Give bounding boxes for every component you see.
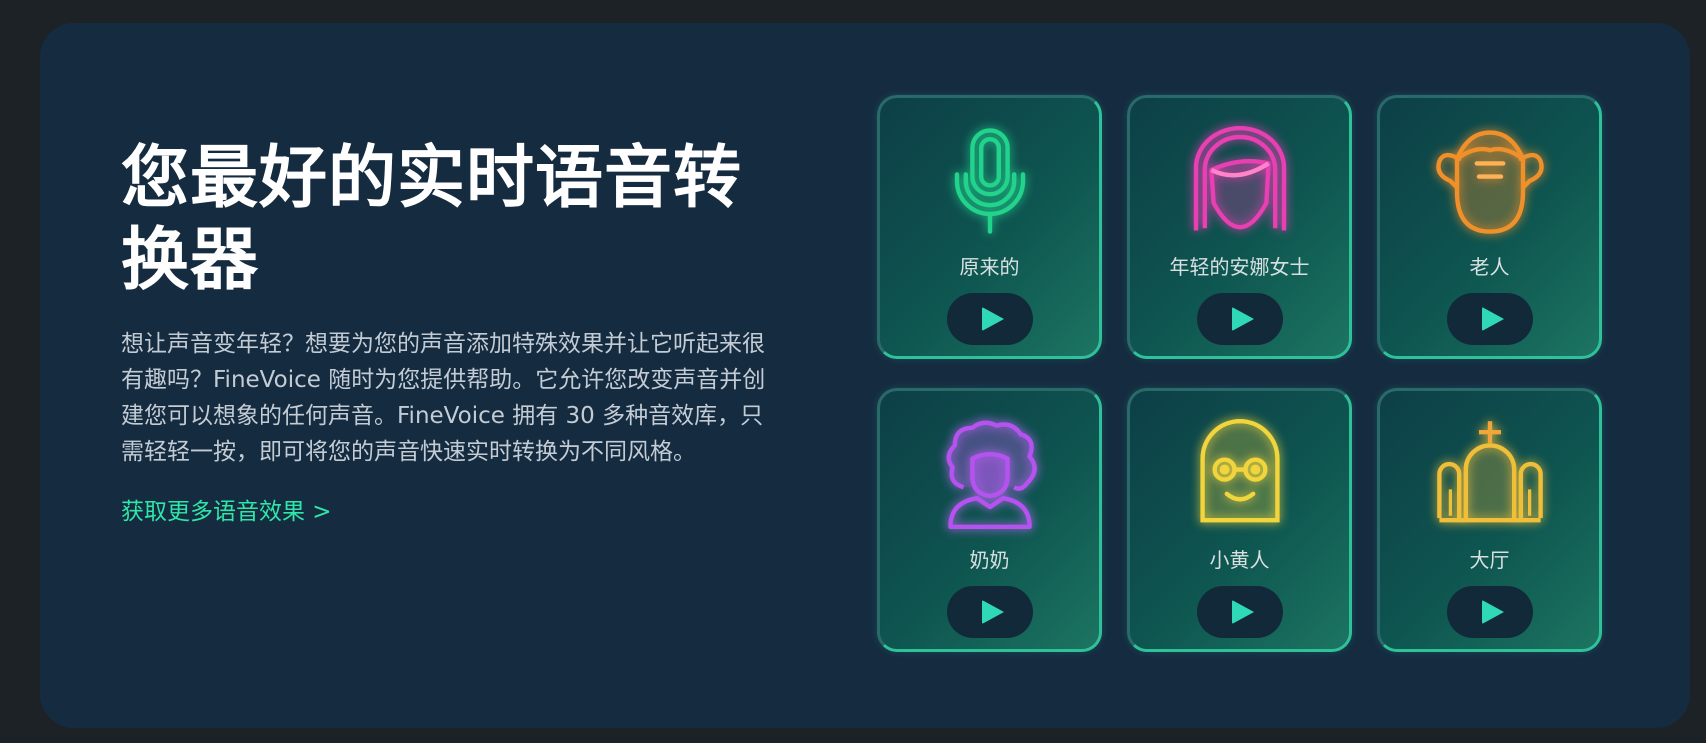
play-icon [981, 307, 1004, 331]
voice-label: 老人 [1469, 255, 1510, 279]
voice-label: 大厅 [1469, 548, 1510, 572]
voice-grid: 原来的 年轻的安娜女士 老人 奶奶 小黄人 大厅 [877, 95, 1602, 652]
more-effects-link[interactable]: 获取更多语音效果 > [121, 492, 332, 526]
play-icon [1231, 307, 1254, 331]
voice-label: 原来的 [959, 255, 1020, 279]
young-lady-icon [1185, 126, 1295, 236]
play-button[interactable] [1446, 293, 1533, 345]
hall-icon [1435, 419, 1545, 529]
minion-icon [1185, 419, 1295, 529]
play-button[interactable] [1196, 293, 1283, 345]
microphone-icon [935, 126, 1045, 236]
page-title: 您最好的实时语音转换器 [121, 139, 743, 300]
hero-panel: 您最好的实时语音转换器 想让声音变年轻？想要为您的声音添加特殊效果并让它听起来很… [40, 23, 1690, 728]
voice-card-hall: 大厅 [1377, 388, 1602, 652]
play-button[interactable] [1446, 586, 1533, 638]
play-icon [1481, 307, 1504, 331]
play-button[interactable] [1196, 586, 1283, 638]
hero-description: 想让声音变年轻？想要为您的声音添加特殊效果并让它听起来很有趣吗？FineVoic… [121, 331, 766, 465]
hero-text: 您最好的实时语音转换器 想让声音变年轻？想要为您的声音添加特殊效果并让它听起来很… [121, 138, 801, 526]
old-man-icon [1435, 126, 1545, 236]
voice-card-original: 原来的 [877, 95, 1102, 359]
voice-card-minion: 小黄人 [1127, 388, 1352, 652]
voice-label: 年轻的安娜女士 [1169, 255, 1310, 279]
voice-card-old-man: 老人 [1377, 95, 1602, 359]
play-icon [1231, 600, 1254, 624]
play-icon [1481, 600, 1504, 624]
play-icon [981, 600, 1004, 624]
grandma-icon [935, 419, 1045, 529]
voice-card-young-lady: 年轻的安娜女士 [1127, 95, 1352, 359]
voice-label: 奶奶 [969, 548, 1010, 572]
voice-label: 小黄人 [1209, 548, 1270, 572]
play-button[interactable] [946, 586, 1033, 638]
voice-card-grandma: 奶奶 [877, 388, 1102, 652]
play-button[interactable] [946, 293, 1033, 345]
